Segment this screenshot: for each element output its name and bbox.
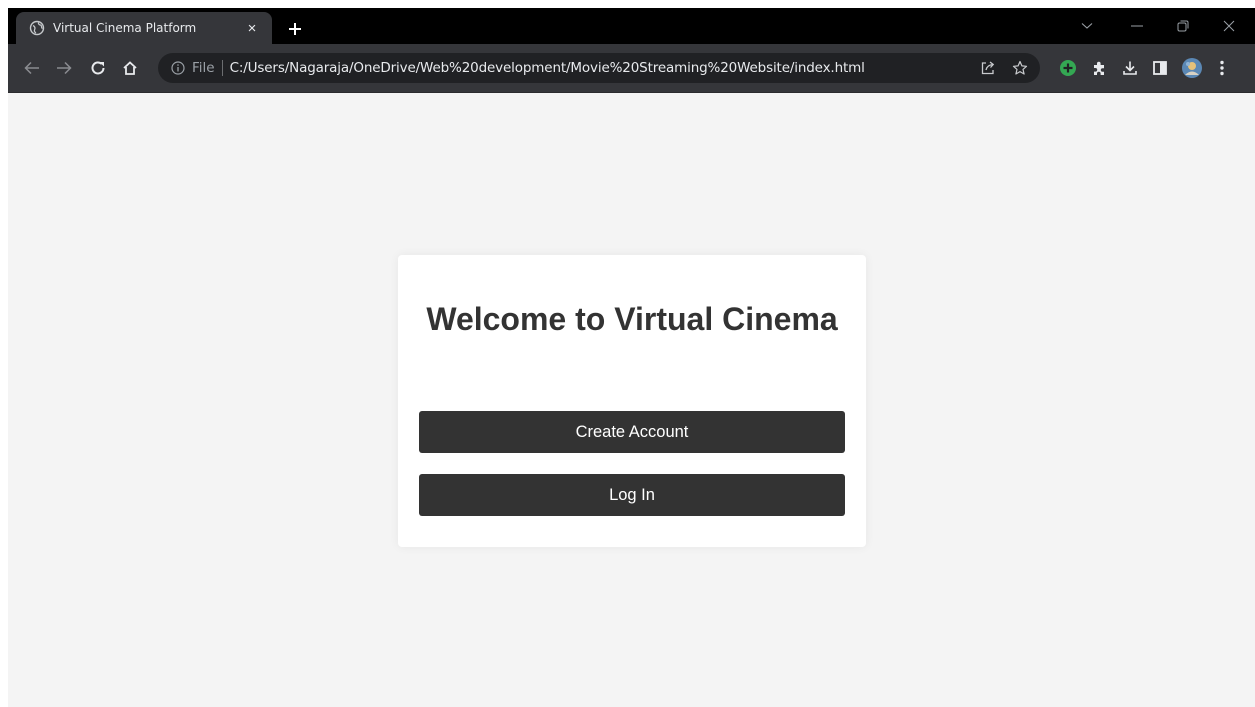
tab-search-chevron-icon[interactable]: [1064, 8, 1110, 44]
share-icon[interactable]: [974, 54, 1002, 82]
back-arrow-icon[interactable]: [18, 54, 46, 82]
address-bar[interactable]: File C:/Users/Nagaraja/OneDrive/Web%20de…: [158, 53, 1040, 83]
forward-arrow-icon[interactable]: [50, 54, 78, 82]
download-icon[interactable]: [1116, 54, 1144, 82]
url-text[interactable]: C:/Users/Nagaraja/OneDrive/Web%20develop…: [230, 60, 865, 76]
log-in-button[interactable]: Log In: [419, 474, 845, 516]
home-icon[interactable]: [116, 54, 144, 82]
globe-icon: [29, 20, 45, 36]
page-viewport: Welcome to Virtual Cinema Create Account…: [8, 93, 1255, 707]
tab-title: Virtual Cinema Platform: [53, 21, 197, 35]
reload-icon[interactable]: [84, 54, 112, 82]
site-info-icon[interactable]: [170, 60, 186, 76]
bookmark-star-icon[interactable]: [1006, 54, 1034, 82]
omnibox-separator: [221, 60, 223, 76]
minimize-icon[interactable]: [1114, 8, 1160, 44]
extension-plus-icon[interactable]: [1054, 54, 1082, 82]
side-panel-icon[interactable]: [1146, 54, 1174, 82]
omnibox-actions: [974, 54, 1034, 82]
new-tab-plus-icon[interactable]: [282, 16, 308, 42]
tab-strip: Virtual Cinema Platform ×: [8, 8, 1255, 44]
browser-window: Virtual Cinema Platform × File C:/Users/…: [8, 8, 1255, 707]
menu-kebab-icon[interactable]: [1208, 54, 1236, 82]
profile-avatar-icon[interactable]: [1178, 54, 1206, 82]
create-account-button[interactable]: Create Account: [419, 411, 845, 453]
welcome-card: Welcome to Virtual Cinema Create Account…: [398, 255, 866, 547]
extensions-puzzle-icon[interactable]: [1085, 54, 1113, 82]
browser-toolbar: File C:/Users/Nagaraja/OneDrive/Web%20de…: [8, 44, 1255, 93]
tab-close-icon[interactable]: ×: [244, 20, 260, 37]
page-title: Welcome to Virtual Cinema: [426, 301, 838, 337]
close-window-icon[interactable]: [1206, 8, 1252, 44]
scheme-label: File: [192, 60, 215, 76]
tab-virtual-cinema[interactable]: Virtual Cinema Platform ×: [16, 12, 272, 44]
restore-icon[interactable]: [1160, 8, 1206, 44]
